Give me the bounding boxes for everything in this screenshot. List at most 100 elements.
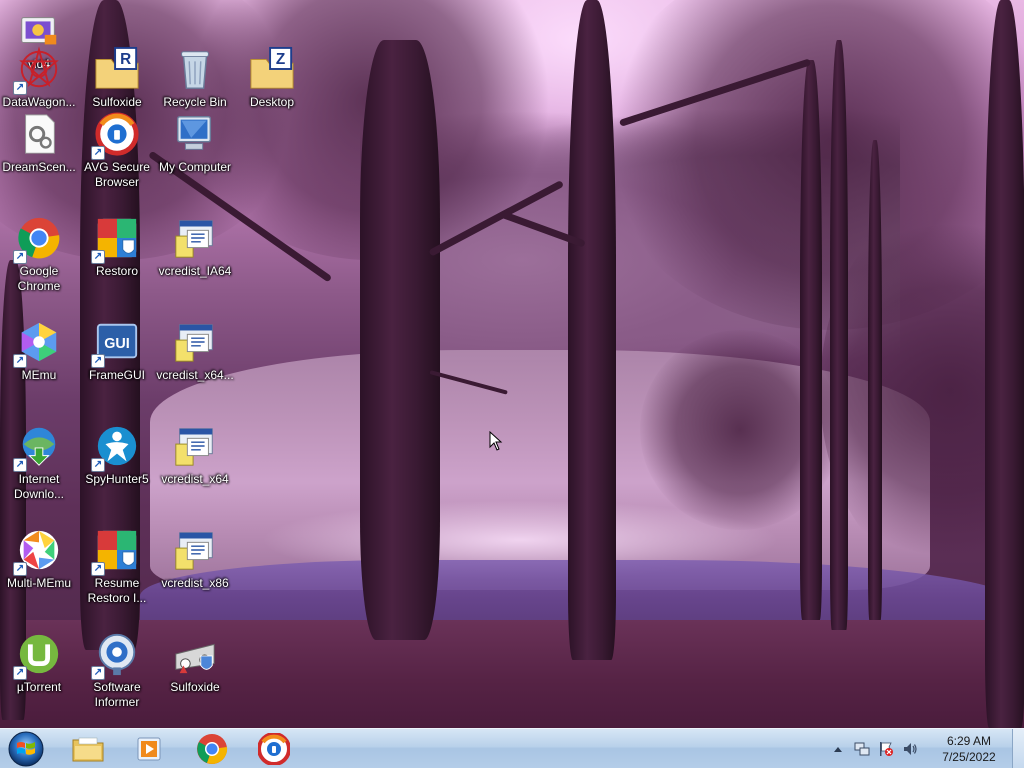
windows-start-icon xyxy=(8,731,44,767)
desktop-icon[interactable]: Z Desktop xyxy=(233,45,311,110)
desktop-icon[interactable]: ↗ SpyHunter5 xyxy=(78,422,156,487)
shortcut-arrow-icon: ↗ xyxy=(91,250,105,264)
shortcut-arrow-icon: ↗ xyxy=(13,250,27,264)
desktop-icon-label: µTorrent xyxy=(16,680,62,694)
desktop-icon[interactable]: vcredist_x64... xyxy=(156,318,234,383)
desktop-icon[interactable]: My Computer xyxy=(156,110,234,175)
recycle-bin-icon xyxy=(171,45,219,93)
desktop-icon[interactable]: ↗ Resume Restoro I... xyxy=(78,526,156,606)
desktop-icon[interactable]: ↗ Internet Downlo... xyxy=(0,422,78,502)
desktop-icon[interactable]: DreamScen... xyxy=(0,110,78,175)
shortcut-arrow-icon: ↗ xyxy=(13,562,27,576)
speaker-icon xyxy=(904,743,917,755)
idm-icon: ↗ xyxy=(13,422,63,472)
desktop-icon[interactable]: R Sulfoxide xyxy=(78,45,156,110)
avg-browser-icon: ↗ xyxy=(91,110,141,160)
spyhunter-icon: ↗ xyxy=(91,422,141,472)
action-center-flag-icon xyxy=(880,742,893,756)
sulfoxide-app-icon xyxy=(171,630,219,678)
avg-browser-icon xyxy=(258,733,290,765)
taskbar: 6:29 AM 7/25/2022 xyxy=(0,728,1024,768)
desktop-icon-label: MEmu xyxy=(21,368,57,382)
desktop-icon[interactable]: Recycle Bin xyxy=(156,45,234,110)
desktop-icon[interactable]: vcredist_IA64 xyxy=(156,214,234,279)
folder-r-icon: R xyxy=(93,45,141,93)
computer-icon xyxy=(171,110,219,158)
taskbar-chrome-button[interactable] xyxy=(184,731,240,767)
up-arrow-icon xyxy=(834,747,842,752)
media-player-icon xyxy=(137,737,161,761)
wallpaper-tree-trunk xyxy=(800,60,822,620)
desktop-icon[interactable]: GUI ↗ FrameGUI xyxy=(78,318,156,383)
software-informer-icon: ↗ xyxy=(91,630,141,680)
shortcut-arrow-icon: ↗ xyxy=(13,458,27,472)
desktop-icon[interactable]: Sulfoxide xyxy=(156,630,234,695)
desktop-icon[interactable]: ↗ DataWagon... xyxy=(0,45,78,110)
shortcut-arrow-icon: ↗ xyxy=(13,81,27,95)
desktop-icon-label: vcredist_x64... xyxy=(156,368,234,382)
clock-time: 6:29 AM xyxy=(946,734,992,748)
installer-icon xyxy=(171,526,219,574)
folder-icon xyxy=(72,737,104,762)
desktop-icon-label: vcredist_x64 xyxy=(161,472,229,486)
shortcut-arrow-icon: ↗ xyxy=(13,354,27,368)
taskbar-media-player-button[interactable] xyxy=(122,731,178,767)
installer-icon xyxy=(171,422,219,470)
wallpaper-tree-trunk xyxy=(360,40,440,640)
installer-icon xyxy=(171,214,219,262)
clock-date: 7/25/2022 xyxy=(942,750,996,764)
desktop-icon-label: DreamScen... xyxy=(2,160,76,174)
multi-memu-icon: ↗ xyxy=(13,526,63,576)
desktop-icon-label: Resume Restoro I... xyxy=(87,576,147,605)
show-desktop-button[interactable] xyxy=(1012,729,1024,768)
wallpaper-tree-trunk xyxy=(868,140,882,620)
desktop-icon-label: Google Chrome xyxy=(17,264,61,293)
datawagon-icon: ↗ xyxy=(13,45,63,95)
shortcut-arrow-icon: ↗ xyxy=(91,354,105,368)
desktop-icon[interactable]: vcredist_x64 xyxy=(156,422,234,487)
utorrent-icon: ↗ xyxy=(13,630,63,680)
tray-action-center-button[interactable] xyxy=(878,741,894,757)
shortcut-arrow-icon: ↗ xyxy=(91,562,105,576)
desktop-icon[interactable]: ↗ Software Informer xyxy=(78,630,156,710)
wallpaper-tree-trunk xyxy=(985,0,1024,728)
tray-volume-button[interactable] xyxy=(902,741,918,757)
taskbar-avg-browser-button[interactable] xyxy=(246,731,302,767)
taskbar-clock[interactable]: 6:29 AM 7/25/2022 xyxy=(934,733,1004,765)
desktop-icon[interactable]: ↗ Google Chrome xyxy=(0,214,78,294)
desktop-icon[interactable]: ↗ Multi-MEmu xyxy=(0,526,78,591)
desktop-icon-label: Sulfoxide xyxy=(92,95,142,109)
desktop-icon-label: DataWagon... xyxy=(2,95,76,109)
desktop-icon-label: Desktop xyxy=(249,95,295,109)
svg-text:GUI: GUI xyxy=(104,336,130,352)
svg-text:Z: Z xyxy=(276,51,285,68)
shortcut-arrow-icon: ↗ xyxy=(91,146,105,160)
desktop-icon-label: Multi-MEmu xyxy=(6,576,71,590)
desktop-icon-label: SpyHunter5 xyxy=(85,472,149,486)
desktop-icon-label: Restoro xyxy=(95,264,139,278)
desktop-icon-label: Internet Downlo... xyxy=(13,472,65,501)
restoro-icon: ↗ xyxy=(91,526,141,576)
desktop-icon-label: Software Informer xyxy=(93,680,141,709)
shortcut-arrow-icon: ↗ xyxy=(13,666,27,680)
desktop-icon-label: FrameGUI xyxy=(88,368,145,382)
settings-file-icon xyxy=(15,110,63,158)
taskbar-file-explorer-button[interactable] xyxy=(60,731,116,767)
system-tray: 6:29 AM 7/25/2022 xyxy=(826,729,1004,768)
desktop-icon[interactable]: ↗ µTorrent xyxy=(0,630,78,695)
desktop-icon[interactable]: ↗ AVG Secure Browser xyxy=(78,110,156,190)
desktop-icon-label: vcredist_IA64 xyxy=(158,264,232,278)
desktop-icon-label: My Computer xyxy=(158,160,232,174)
shortcut-arrow-icon: ↗ xyxy=(91,666,105,680)
desktop-icon[interactable]: ↗ MEmu xyxy=(0,318,78,383)
desktop-icon-label: AVG Secure Browser xyxy=(84,160,150,189)
tray-network-button[interactable] xyxy=(854,741,870,757)
chrome-icon: ↗ xyxy=(13,214,63,264)
installer-icon xyxy=(171,318,219,366)
desktop-icon[interactable]: vcredist_x86 xyxy=(156,526,234,591)
start-button[interactable] xyxy=(6,731,46,767)
network-icon xyxy=(854,742,870,756)
show-hidden-icons-button[interactable] xyxy=(830,741,846,757)
mouse-cursor-icon xyxy=(489,431,503,451)
desktop-icon[interactable]: ↗ Restoro xyxy=(78,214,156,279)
